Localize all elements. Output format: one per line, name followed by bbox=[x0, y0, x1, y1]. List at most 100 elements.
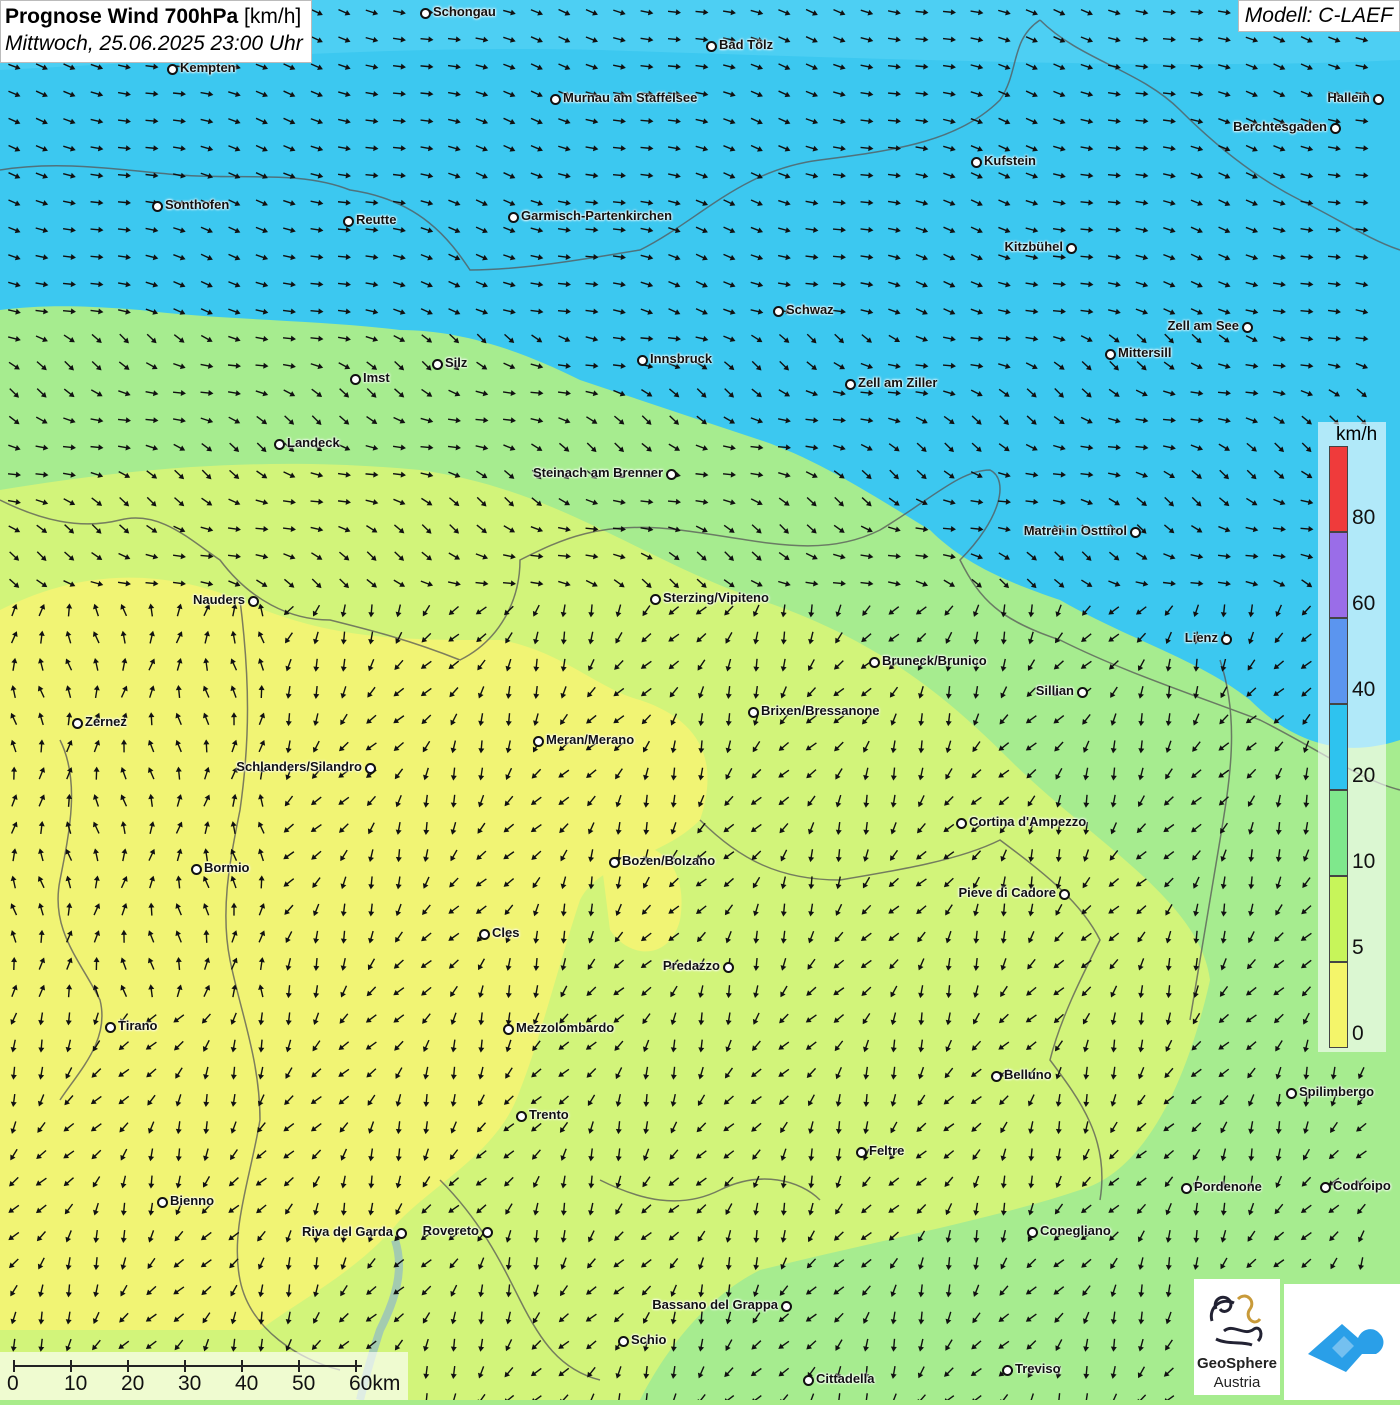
city-label: Kitzbühel bbox=[1005, 239, 1064, 254]
legend-color-segment bbox=[1329, 446, 1348, 532]
city-marker bbox=[1221, 634, 1232, 645]
city-label: Spilimbergo bbox=[1299, 1084, 1374, 1099]
city-marker bbox=[157, 1197, 168, 1208]
scale-label: 50 bbox=[292, 1372, 315, 1396]
title-main: Prognose Wind 700hPa bbox=[5, 5, 238, 28]
city-label: Conegliano bbox=[1040, 1223, 1111, 1238]
city-marker bbox=[781, 1301, 792, 1312]
city-marker bbox=[350, 374, 361, 385]
city-marker bbox=[609, 857, 620, 868]
city-marker bbox=[503, 1024, 514, 1035]
scale-bar-graphic bbox=[0, 1352, 408, 1400]
city-label: Mezzolombardo bbox=[516, 1020, 614, 1035]
legend-label: 5 bbox=[1352, 936, 1364, 960]
city-label: Cles bbox=[492, 925, 519, 940]
city-label: Sterzing/Vipiteno bbox=[663, 590, 769, 605]
geosphere-logo: GeoSphere Austria bbox=[1194, 1279, 1280, 1395]
legend-label: 40 bbox=[1352, 678, 1375, 702]
city-marker bbox=[956, 818, 967, 829]
city-marker bbox=[105, 1022, 116, 1033]
city-label: Sillian bbox=[1036, 683, 1074, 698]
city-marker bbox=[191, 864, 202, 875]
legend-color-segment bbox=[1329, 962, 1348, 1048]
legend-color-segment bbox=[1329, 790, 1348, 876]
legend-unit: km/h bbox=[1336, 424, 1377, 446]
city-marker bbox=[396, 1228, 407, 1239]
city-marker bbox=[343, 216, 354, 227]
city-marker bbox=[1286, 1088, 1297, 1099]
city-label: Reutte bbox=[356, 212, 396, 227]
city-marker bbox=[650, 594, 661, 605]
city-label: Schio bbox=[631, 1332, 666, 1347]
geosphere-emblem-icon bbox=[1194, 1279, 1280, 1355]
city-marker bbox=[72, 718, 83, 729]
city-label: Belluno bbox=[1004, 1067, 1052, 1082]
city-label: Zell am Ziller bbox=[858, 375, 937, 390]
city-label: Garmisch-Partenkirchen bbox=[521, 208, 672, 223]
city-label: Codroipo bbox=[1333, 1178, 1391, 1193]
scale-label: 10 bbox=[64, 1372, 87, 1396]
city-marker bbox=[365, 763, 376, 774]
scale-label: 60km bbox=[349, 1372, 400, 1396]
legend-label: 10 bbox=[1352, 850, 1375, 874]
city-label: Schwaz bbox=[786, 302, 834, 317]
city-label: Landeck bbox=[287, 435, 340, 450]
city-marker bbox=[869, 657, 880, 668]
city-label: Imst bbox=[363, 370, 390, 385]
legend-label: 20 bbox=[1352, 764, 1375, 788]
city-marker bbox=[1027, 1227, 1038, 1238]
city-label: Nauders bbox=[193, 592, 245, 607]
logo-name-line1: GeoSphere bbox=[1194, 1355, 1280, 1372]
city-label: Steinach am Brenner bbox=[533, 465, 663, 480]
city-label: Kufstein bbox=[984, 153, 1036, 168]
scale-bar: 0102030405060km bbox=[0, 1352, 408, 1400]
city-marker bbox=[723, 962, 734, 973]
city-label: Treviso bbox=[1015, 1361, 1061, 1376]
city-label: Zell am See bbox=[1167, 318, 1239, 333]
model-label: Modell: C-LAEF bbox=[1238, 0, 1400, 32]
city-marker bbox=[845, 379, 856, 390]
city-label: Tirano bbox=[118, 1018, 158, 1033]
city-label: Feltre bbox=[869, 1143, 904, 1158]
scale-label: 30 bbox=[178, 1372, 201, 1396]
city-marker bbox=[803, 1375, 814, 1386]
city-marker bbox=[479, 929, 490, 940]
title-box: Prognose Wind 700hPa [km/h] Mittwoch, 25… bbox=[0, 0, 312, 63]
city-marker bbox=[1077, 687, 1088, 698]
city-label: Lienz bbox=[1185, 630, 1218, 645]
city-label: Trento bbox=[529, 1107, 569, 1122]
city-label: Berchtesgaden bbox=[1233, 119, 1327, 134]
city-marker bbox=[420, 8, 431, 19]
city-label: Rovereto bbox=[423, 1223, 479, 1238]
cloud-arrow-icon bbox=[1284, 1284, 1400, 1400]
city-marker bbox=[516, 1111, 527, 1122]
city-marker bbox=[1002, 1365, 1013, 1376]
city-marker bbox=[1330, 123, 1341, 134]
scale-label: 40 bbox=[235, 1372, 258, 1396]
city-label: Sonthofen bbox=[165, 197, 229, 212]
city-marker bbox=[1242, 322, 1253, 333]
city-marker bbox=[748, 707, 759, 718]
city-label: Bassano del Grappa bbox=[652, 1297, 778, 1312]
forecast-datetime: Mittwoch, 25.06.2025 23:00 Uhr bbox=[5, 30, 303, 58]
legend-label: 80 bbox=[1352, 506, 1375, 530]
city-marker bbox=[773, 306, 784, 317]
map-title: Prognose Wind 700hPa [km/h] bbox=[5, 4, 303, 30]
city-marker bbox=[1105, 349, 1116, 360]
city-marker bbox=[533, 736, 544, 747]
city-label: Zernez bbox=[85, 714, 127, 729]
city-label: Cittadella bbox=[816, 1371, 875, 1386]
city-label: Innsbruck bbox=[650, 351, 712, 366]
legend-color-segment bbox=[1329, 532, 1348, 618]
city-marker bbox=[482, 1227, 493, 1238]
legend-color-segment bbox=[1329, 704, 1348, 790]
app-logo bbox=[1284, 1284, 1400, 1400]
legend-label: 0 bbox=[1352, 1022, 1364, 1046]
city-marker bbox=[971, 157, 982, 168]
city-label: Cortina d'Ampezzo bbox=[969, 814, 1086, 829]
logo-name-line2: Austria bbox=[1194, 1374, 1280, 1391]
city-marker bbox=[152, 201, 163, 212]
city-marker bbox=[856, 1147, 867, 1158]
city-label: Predazzo bbox=[663, 958, 720, 973]
city-label: Hallein bbox=[1327, 90, 1370, 105]
